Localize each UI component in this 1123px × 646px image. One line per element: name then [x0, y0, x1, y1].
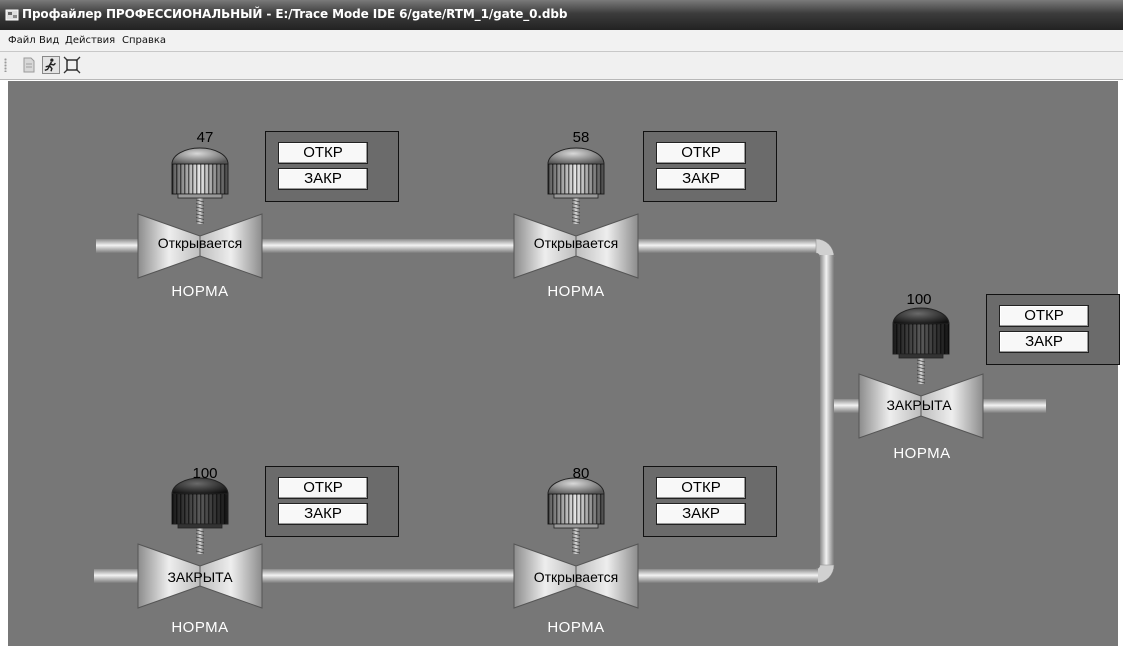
pipe-elbow-top	[815, 238, 835, 258]
valve-state-label: ЗАКРЫТА	[886, 397, 952, 413]
toolbar	[0, 52, 1123, 80]
close-button[interactable]: ЗАКР	[999, 331, 1089, 353]
document-icon[interactable]	[20, 56, 38, 74]
close-button[interactable]: ЗАКР	[656, 503, 746, 525]
valve[interactable]	[137, 147, 263, 279]
valve-status-label: НОРМА	[171, 619, 229, 636]
open-button[interactable]: ОТКР	[999, 305, 1089, 327]
valve-position-value: 100	[192, 465, 218, 482]
valve[interactable]	[513, 477, 639, 609]
valve-status-label: НОРМА	[893, 445, 951, 462]
window-title: Профайлер ПРОФЕССИОНАЛЬНЫЙ - E:/Trace Mo…	[22, 7, 568, 21]
menu-help[interactable]: Справка	[122, 35, 166, 46]
valve[interactable]	[858, 307, 984, 439]
valve-status-label: НОРМА	[547, 619, 605, 636]
valve-status-label: НОРМА	[547, 283, 605, 300]
actuator-closed-icon	[892, 307, 950, 359]
process-diagram	[94, 147, 1046, 609]
valve-layer	[137, 147, 984, 609]
actuator-closed-icon	[171, 477, 229, 529]
menu-bar: Файл Вид Действия Справка	[0, 30, 1123, 52]
app-icon	[5, 9, 19, 21]
title-bar: Профайлер ПРОФЕССИОНАЛЬНЫЙ - E:/Trace Mo…	[0, 0, 1123, 30]
menu-file[interactable]: Файл	[8, 35, 36, 46]
pipe-elbow-bottom	[815, 564, 835, 584]
close-button[interactable]: ЗАКР	[656, 168, 746, 190]
toolbar-grip[interactable]	[4, 58, 7, 72]
menu-actions[interactable]: Действия	[65, 35, 115, 46]
actuator-open-icon	[171, 147, 229, 199]
run-icon[interactable]	[42, 56, 60, 74]
open-button[interactable]: ОТКР	[278, 142, 368, 164]
valve-control-panel: ОТКР ЗАКР	[643, 131, 777, 202]
fullscreen-icon[interactable]	[63, 56, 81, 74]
valve-control-panel: ОТКР ЗАКР	[265, 466, 399, 537]
pipe-vertical	[820, 255, 834, 567]
valve-stem	[195, 198, 205, 224]
open-button[interactable]: ОТКР	[656, 142, 746, 164]
valve-control-panel: ОТКР ЗАКР	[643, 466, 777, 537]
menu-view[interactable]: Вид	[39, 35, 59, 46]
valve-state-label: Открывается	[533, 235, 619, 251]
valve-control-panel: ОТКР ЗАКР	[986, 294, 1120, 365]
actuator-open-icon	[547, 147, 605, 199]
valve-stem	[571, 198, 581, 224]
valve-position-value: 58	[572, 129, 590, 146]
valve-stem	[571, 528, 581, 554]
open-button[interactable]: ОТКР	[656, 477, 746, 499]
valve-state-label: Открывается	[533, 569, 619, 585]
valve-stem	[916, 358, 926, 384]
valve-control-panel: ОТКР ЗАКР	[265, 131, 399, 202]
close-button[interactable]: ЗАКР	[278, 168, 368, 190]
valve-state-label: Открывается	[157, 235, 243, 251]
close-button[interactable]: ЗАКР	[278, 503, 368, 525]
actuator-open-icon	[547, 477, 605, 529]
valve-state-label: ЗАКРЫТА	[167, 569, 233, 585]
valve-position-value: 47	[196, 129, 214, 146]
scada-canvas: 47 Открывается НОРМА ОТКР ЗАКР 58 Открыв…	[8, 81, 1120, 646]
valve-position-value: 80	[572, 465, 590, 482]
valve[interactable]	[137, 477, 263, 609]
valve[interactable]	[513, 147, 639, 279]
valve-status-label: НОРМА	[171, 283, 229, 300]
valve-stem	[195, 528, 205, 554]
open-button[interactable]: ОТКР	[278, 477, 368, 499]
valve-position-value: 100	[906, 291, 932, 308]
